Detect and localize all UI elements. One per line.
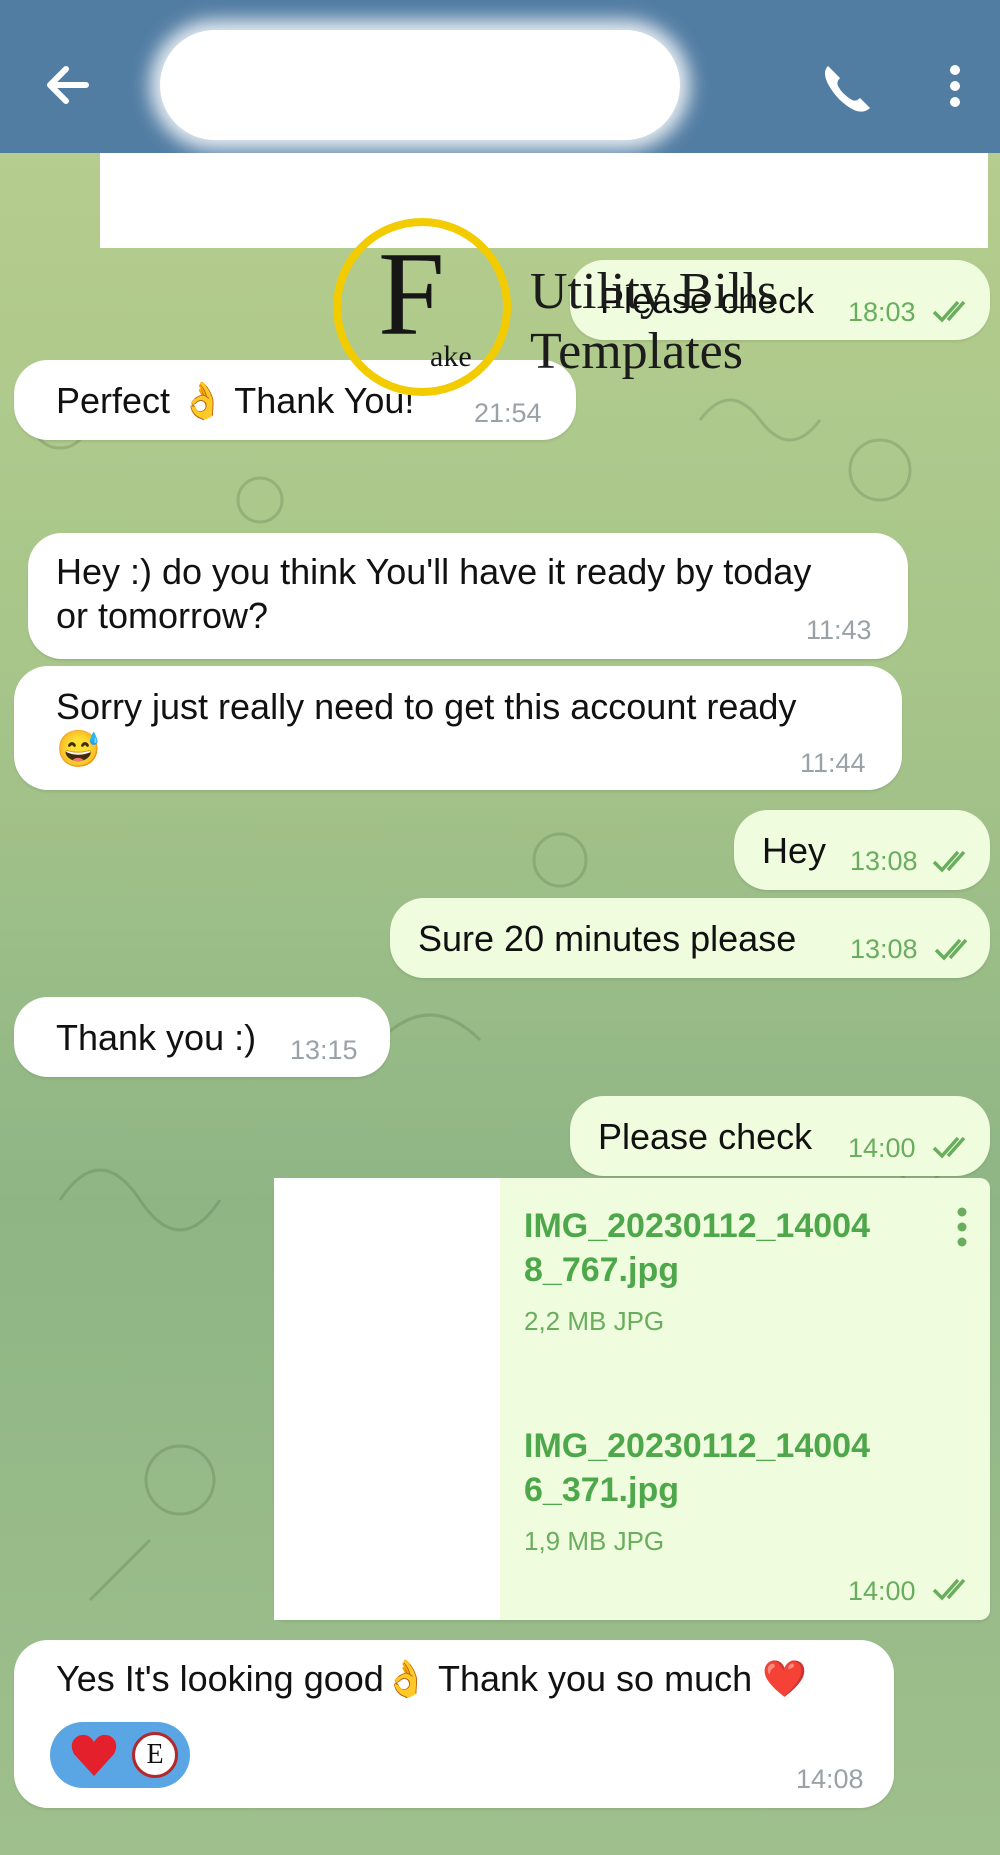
message-outgoing-files[interactable]: IMG_20230112_14004 8_767.jpg 2,2 MB JPG … — [274, 1178, 990, 1620]
message-text: Thank you :) — [56, 1017, 257, 1058]
message-outgoing[interactable]: Hey 13:08 — [734, 810, 990, 890]
message-time: 18:03 — [848, 297, 916, 327]
message-text-line2: or tomorrow? — [56, 595, 269, 636]
message-incoming[interactable]: Thank you :) 13:15 — [14, 997, 390, 1077]
message-incoming[interactable]: Sorry just really need to get this accou… — [14, 666, 902, 790]
redacted-image-preview — [274, 1178, 500, 1620]
message-text-line1: Sorry just really need to get this accou… — [56, 686, 797, 727]
phone-icon — [825, 66, 870, 112]
more-vertical-icon — [950, 65, 960, 107]
message-time: 13:08 — [850, 846, 918, 876]
message-text: Sure 20 minutes please — [418, 918, 797, 959]
file-name-line1: IMG_20230112_14004 — [524, 1427, 870, 1465]
message-text: Hey — [762, 830, 827, 871]
double-check-icon — [934, 938, 968, 961]
redacted-media — [100, 153, 988, 248]
message-time: 13:15 — [290, 1035, 358, 1065]
back-button[interactable] — [38, 55, 98, 115]
file-meta: 2,2 MB JPG — [524, 1306, 665, 1336]
reaction-avatar: E — [132, 1732, 178, 1778]
message-incoming[interactable]: Perfect 👌 Thank You! 21:54 — [14, 360, 576, 440]
watermark-line2: Templates — [530, 323, 743, 380]
message-text: Perfect 👌 Thank You! — [56, 380, 415, 421]
message-time: 14:00 — [848, 1133, 916, 1163]
message-outgoing[interactable]: Sure 20 minutes please 13:08 — [390, 898, 990, 978]
watermark-letter: F — [378, 227, 445, 360]
file-meta: 1,9 MB JPG — [524, 1526, 665, 1556]
file-name-line1: IMG_20230112_14004 — [524, 1207, 870, 1245]
watermark-suffix: ake — [430, 340, 472, 373]
message-time: 14:00 — [848, 1576, 916, 1606]
heart-icon — [71, 1734, 117, 1776]
message-outgoing[interactable]: Please check 14:00 — [570, 1096, 990, 1176]
arrow-left-icon — [47, 66, 89, 104]
contact-info-redacted[interactable] — [160, 30, 680, 140]
file-name-line2: 6_371.jpg — [524, 1471, 679, 1509]
double-check-icon — [932, 1136, 966, 1159]
message-time: 13:08 — [850, 934, 918, 964]
message-text-line2: 😅 — [56, 728, 101, 769]
message-text-line1: Hey :) do you think You'll have it ready… — [56, 551, 812, 592]
message-text: Please check — [598, 1116, 813, 1157]
message-time: 11:44 — [800, 748, 866, 778]
watermark-line1: Utility Bills — [530, 263, 778, 320]
message-text: Yes It's looking good👌 Thank you so much… — [56, 1658, 807, 1699]
reaction-badge[interactable]: E — [50, 1722, 190, 1788]
double-check-icon — [932, 1578, 966, 1601]
double-check-icon — [932, 850, 966, 873]
chat-header — [0, 0, 1000, 153]
more-options-button[interactable] — [940, 56, 970, 116]
double-check-icon — [932, 300, 966, 323]
message-time: 11:43 — [806, 615, 872, 645]
message-incoming[interactable]: Hey :) do you think You'll have it ready… — [28, 533, 908, 659]
file-menu-icon[interactable] — [950, 1204, 974, 1250]
file-name-line2: 8_767.jpg — [524, 1251, 679, 1289]
message-time: 21:54 — [474, 398, 542, 428]
call-button[interactable] — [816, 56, 876, 116]
message-time: 14:08 — [796, 1764, 864, 1794]
